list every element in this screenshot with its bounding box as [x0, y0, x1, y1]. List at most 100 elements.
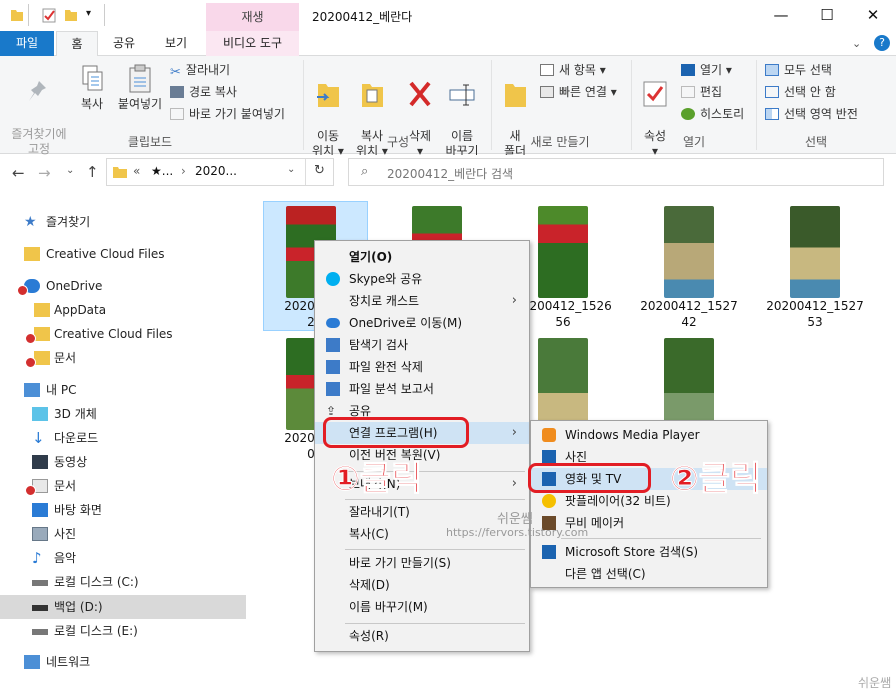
tab-view[interactable]: 보기	[152, 31, 200, 56]
nav-item-drive-d[interactable]: 백업 (D:)	[0, 595, 246, 619]
group-label-open: 열기	[682, 135, 706, 149]
close-button[interactable]: ✕	[850, 0, 896, 32]
easy-access-icon	[540, 86, 554, 98]
back-arrow-icon[interactable]: ←	[12, 164, 25, 182]
menu-item-file-analysis[interactable]: 파일 분석 보고서	[315, 378, 529, 400]
history-button[interactable]: 히스토리	[681, 106, 744, 122]
nav-item-videos[interactable]: 동영상	[0, 450, 246, 474]
up-arrow-icon[interactable]: ↑	[86, 163, 99, 181]
refresh-icon[interactable]: ↻	[314, 163, 325, 178]
submenu-arrow-icon: ›	[511, 293, 517, 308]
open-with-submenu: Windows Media Player 사진 영화 및 TV 팟플레이어(32…	[530, 420, 768, 588]
recent-locations-chevron-icon[interactable]: ⌄	[66, 165, 74, 176]
address-dropdown-chevron-icon[interactable]: ⌄	[287, 164, 295, 175]
nav-item-this-pc[interactable]: 내 PC	[0, 378, 246, 402]
divider	[345, 623, 525, 624]
tab-file[interactable]: 파일	[0, 31, 54, 56]
nav-item-3d-objects[interactable]: 3D 개체	[0, 402, 246, 426]
nav-item-onedrive[interactable]: OneDrive	[0, 274, 246, 298]
easy-access-button[interactable]: 빠른 연결 ▾	[540, 84, 617, 100]
delete-x-icon	[407, 79, 433, 109]
invert-selection-button[interactable]: 선택 영역 반전	[765, 106, 858, 122]
tab-share[interactable]: 공유	[102, 31, 146, 56]
menu-item-rename[interactable]: 이름 바꾸기(M)	[315, 596, 529, 618]
edit-button[interactable]: 편집	[681, 84, 722, 100]
nav-item-drive-c[interactable]: 로컬 디스크 (C:)	[0, 570, 246, 594]
minimize-button[interactable]: —	[758, 0, 804, 32]
breadcrumb-separator: ›	[181, 164, 186, 178]
movies-tv-small-icon	[681, 64, 695, 76]
select-none-button[interactable]: 선택 안 함	[765, 84, 836, 100]
music-icon: ♪	[32, 549, 42, 567]
cut-button[interactable]: ✂ 잘라내기	[170, 62, 230, 80]
breadcrumb-overflow[interactable]: «	[133, 164, 140, 178]
nav-item-quick-access[interactable]: ★ 즐겨찾기	[0, 210, 246, 234]
menu-item-delete[interactable]: 삭제(D)	[315, 574, 529, 596]
submenu-arrow-icon: ›	[511, 476, 517, 491]
copy-path-icon	[170, 86, 184, 98]
breadcrumb-quick-access[interactable]: ★...	[151, 164, 173, 178]
video-thumbnail	[790, 206, 840, 298]
new-item-icon	[540, 64, 554, 76]
menu-item-create-shortcut[interactable]: 바로 가기 만들기(S)	[315, 552, 529, 574]
maximize-button[interactable]: ☐	[804, 0, 850, 32]
nav-item-onedrive-creative-cloud[interactable]: Creative Cloud Files	[0, 322, 246, 346]
customize-quick-access-icon[interactable]: ▾	[86, 8, 91, 19]
nav-item-pictures[interactable]: 사진	[0, 522, 246, 546]
nav-item-network[interactable]: 네트워크	[0, 650, 246, 674]
title-bar: ▾ 재생 20200412_베란다 — ☐ ✕	[0, 0, 896, 32]
menu-item-store-search[interactable]: Microsoft Store 검색(S)	[531, 541, 767, 563]
video-thumbnail	[664, 338, 714, 430]
new-folder-quick-icon[interactable]	[64, 7, 78, 23]
nav-item-creative-cloud[interactable]: Creative Cloud Files	[0, 242, 246, 266]
nav-item-drive-e[interactable]: 로컬 디스크 (E:)	[0, 619, 246, 643]
file-name: 20200412_1527 42	[640, 299, 738, 329]
address-box[interactable]: « ★... › 2020... ⌄ ↻	[106, 158, 334, 186]
forward-arrow-icon[interactable]: →	[38, 164, 51, 182]
paste-shortcut-button[interactable]: 바로 가기 붙여넣기	[170, 106, 285, 122]
nav-item-appdata[interactable]: AppData	[0, 298, 246, 322]
menu-item-open[interactable]: 열기(O)	[315, 246, 529, 268]
invert-selection-icon	[765, 108, 779, 120]
watermark-name: 쉬운쌤	[497, 512, 533, 527]
sync-error-badge-icon	[25, 485, 36, 496]
paste-button[interactable]: 붙여넣기	[114, 64, 166, 112]
nav-item-downloads[interactable]: ↓ 다운로드	[0, 426, 246, 450]
help-icon[interactable]: ?	[874, 35, 890, 51]
select-all-button[interactable]: 모두 선택	[765, 62, 832, 78]
sync-error-badge-icon	[25, 357, 36, 368]
nav-item-documents[interactable]: 문서	[0, 474, 246, 498]
open-button[interactable]: 열기 ▾	[681, 62, 732, 78]
new-folder-icon	[502, 79, 528, 109]
divider	[345, 549, 525, 550]
new-item-button[interactable]: 새 항목 ▾	[540, 62, 606, 78]
menu-item-choose-another-app[interactable]: 다른 앱 선택(C)	[531, 563, 767, 585]
select-none-icon	[765, 86, 779, 98]
nav-item-desktop[interactable]: 바탕 화면	[0, 498, 246, 522]
search-icon: ⌕	[361, 164, 369, 179]
menu-item-move-to-onedrive[interactable]: OneDrive로 이동(M)	[315, 312, 529, 334]
watermark-url: https://fervors.tistory.com	[446, 526, 589, 539]
menu-item-secure-delete[interactable]: 파일 완전 삭제	[315, 356, 529, 378]
nav-item-onedrive-documents[interactable]: 문서	[0, 346, 246, 370]
copy-path-button[interactable]: 경로 복사	[170, 84, 237, 100]
menu-item-explorer-scan[interactable]: 탐색기 검사	[315, 334, 529, 356]
move-to-icon	[315, 79, 341, 109]
folder-icon	[10, 7, 24, 23]
properties-icon	[642, 79, 668, 109]
history-icon	[681, 108, 695, 120]
menu-item-windows-media-player[interactable]: Windows Media Player	[531, 424, 767, 446]
properties-quick-icon[interactable]	[42, 7, 56, 23]
menu-item-cast-to-device[interactable]: 장치로 캐스트 ›	[315, 290, 529, 312]
menu-item-properties[interactable]: 속성(R)	[315, 625, 529, 647]
nav-item-music[interactable]: ♪ 음악	[0, 546, 246, 570]
tab-home[interactable]: 홈	[56, 31, 98, 57]
desktop-icon	[32, 503, 48, 517]
copy-button[interactable]: 복사	[74, 64, 110, 112]
collapse-ribbon-icon[interactable]: ⌄	[852, 37, 861, 50]
tab-video-tools[interactable]: 비디오 도구	[206, 31, 299, 56]
breadcrumb-current-folder[interactable]: 2020...	[195, 164, 237, 178]
shield-icon	[326, 382, 340, 396]
menu-item-skype-share[interactable]: Skype와 공유	[315, 268, 529, 290]
search-box[interactable]: ⌕ 20200412_베란다 검색	[348, 158, 884, 186]
